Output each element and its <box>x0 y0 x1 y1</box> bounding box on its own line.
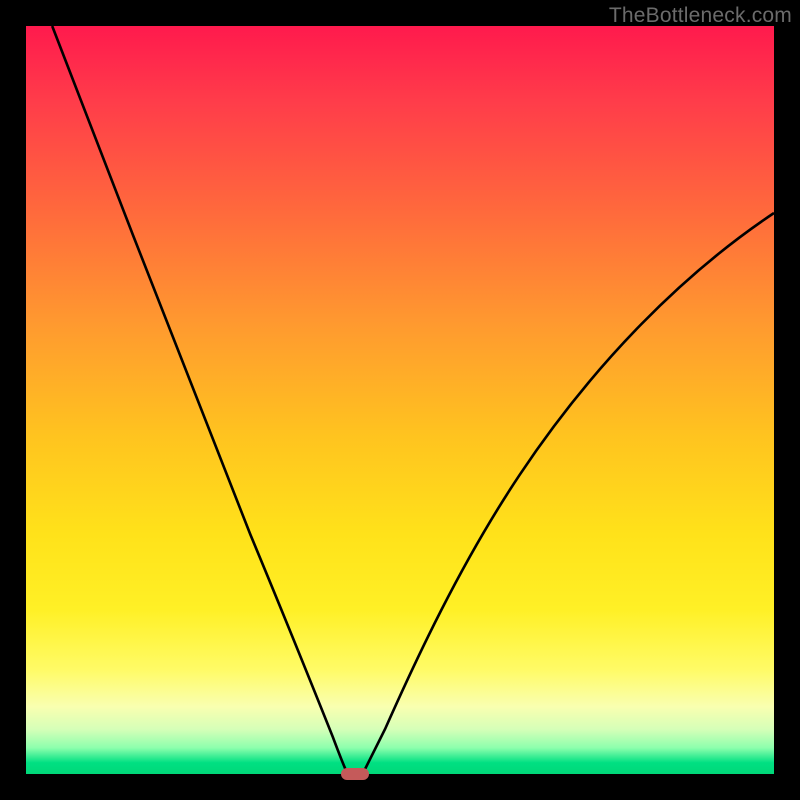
bottleneck-curve <box>26 26 774 774</box>
watermark-text: TheBottleneck.com <box>609 4 792 28</box>
curve-right-branch <box>363 213 774 774</box>
outer-frame: TheBottleneck.com <box>0 0 800 800</box>
plot-area <box>26 26 774 774</box>
minimum-marker <box>341 768 369 780</box>
curve-left-branch <box>52 26 347 774</box>
